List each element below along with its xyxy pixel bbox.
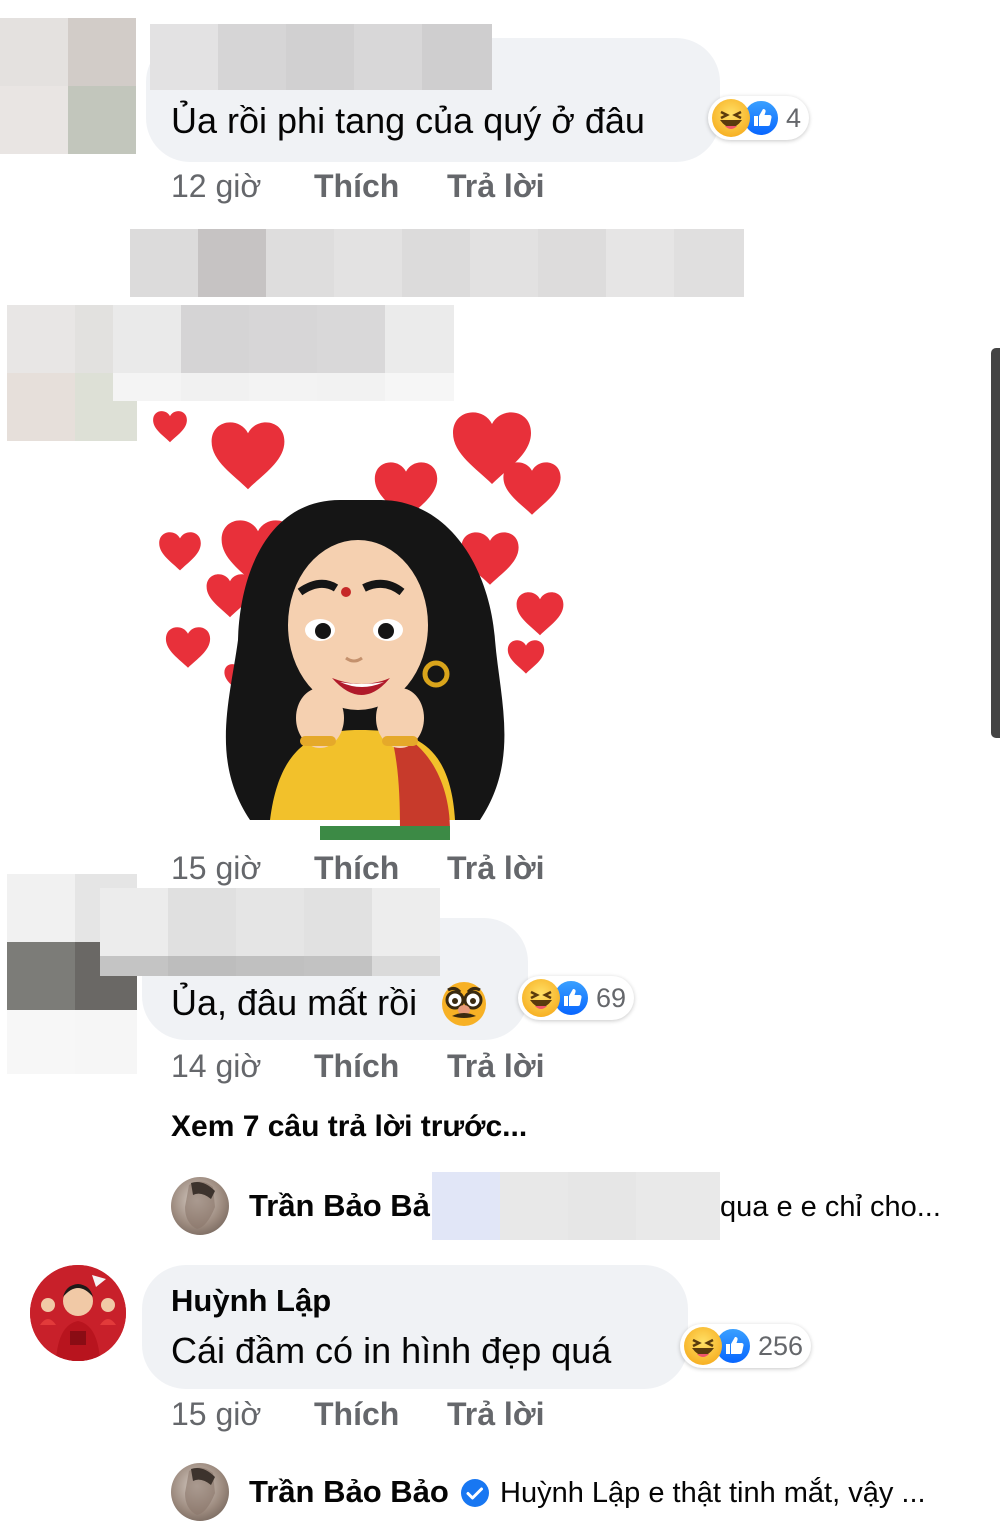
- blurred-commenter-name: [100, 888, 440, 976]
- comment-time[interactable]: 14 giờ: [171, 1048, 261, 1085]
- comment-time[interactable]: 15 giờ: [171, 850, 261, 887]
- disguise-face-icon: [442, 982, 486, 1026]
- reaction-summary[interactable]: 69: [518, 976, 635, 1020]
- reaction-count: 256: [758, 1330, 804, 1361]
- avatar[interactable]: [171, 1463, 229, 1521]
- reply-preview-text: Huỳnh Lập e thật tinh mắt, vậy ...: [500, 1477, 926, 1509]
- reaction-count: 4: [786, 102, 802, 133]
- reaction-count: 69: [596, 982, 627, 1013]
- like-button[interactable]: Thích: [314, 850, 399, 887]
- reaction-summary[interactable]: 4: [708, 96, 810, 140]
- reply-button[interactable]: Trả lời: [447, 168, 544, 205]
- like-button[interactable]: Thích: [314, 1396, 399, 1433]
- comment-text: Cái đầm có in hình đẹp quá: [171, 1330, 612, 1371]
- haha-reaction-icon: [684, 1327, 722, 1365]
- reply-author-name[interactable]: Trần Bảo Bảo: [249, 1474, 449, 1510]
- avatar[interactable]: [171, 1177, 229, 1235]
- heart-eyes-avatar-sticker: [153, 411, 564, 840]
- commenter-name[interactable]: Huỳnh Lập: [171, 1283, 331, 1319]
- reply-button[interactable]: Trả lời: [447, 850, 544, 887]
- scrollbar[interactable]: [991, 348, 1000, 738]
- reply-button[interactable]: Trả lời: [447, 1048, 544, 1085]
- verified-badge-icon: [461, 1479, 489, 1507]
- comment-text: Ủa, đâu mất rồi: [171, 982, 418, 1023]
- comment-time[interactable]: 12 giờ: [171, 168, 261, 205]
- reply-preview-text: qua e e chỉ cho...: [720, 1191, 941, 1223]
- like-button[interactable]: Thích: [314, 1048, 399, 1085]
- haha-reaction-icon: [522, 979, 560, 1017]
- comment-text: Ủa rồi phi tang của quý ở đâu: [171, 100, 645, 141]
- blurred-commenter-name: [150, 24, 492, 90]
- haha-reaction-icon: [712, 99, 750, 137]
- reply-author-name[interactable]: Trần Bảo Bả: [249, 1188, 430, 1224]
- view-previous-replies-link[interactable]: Xem 7 câu trả lời trước...: [171, 1110, 527, 1144]
- reply-button[interactable]: Trả lời: [447, 1396, 544, 1433]
- reaction-summary[interactable]: 256: [680, 1324, 812, 1368]
- blurred-reply-text: [432, 1172, 720, 1240]
- comment-time[interactable]: 15 giờ: [171, 1396, 261, 1433]
- avatar[interactable]: [30, 1265, 126, 1361]
- blurred-reply-preview: [130, 229, 744, 297]
- blurred-avatar: [0, 18, 136, 154]
- like-button[interactable]: Thích: [314, 168, 399, 205]
- blurred-commenter-name: [113, 305, 454, 401]
